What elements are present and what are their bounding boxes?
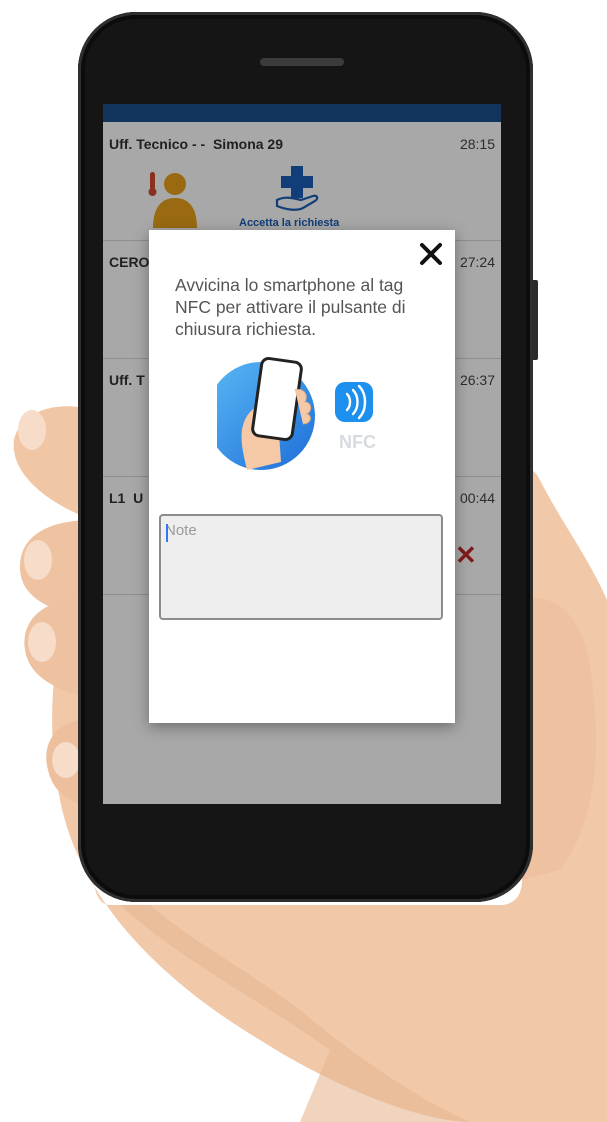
nfc-phone-illustration: NFC <box>217 357 376 470</box>
note-field[interactable] <box>159 514 443 620</box>
phone-screen: Uff. Tecnico - - Simona 29 28:15 Accetta… <box>103 104 501 804</box>
nfc-label: NFC <box>339 432 376 452</box>
nfc-instruction-text: Avvicina lo smartphone al tag NFC per at… <box>175 275 406 339</box>
phone-side-button <box>532 280 538 360</box>
phone-speaker <box>260 58 344 66</box>
nfc-dialog: Avvicina lo smartphone al tag NFC per at… <box>149 230 455 723</box>
note-input[interactable] <box>161 516 441 618</box>
text-cursor <box>166 524 168 542</box>
close-icon[interactable] <box>417 240 445 268</box>
